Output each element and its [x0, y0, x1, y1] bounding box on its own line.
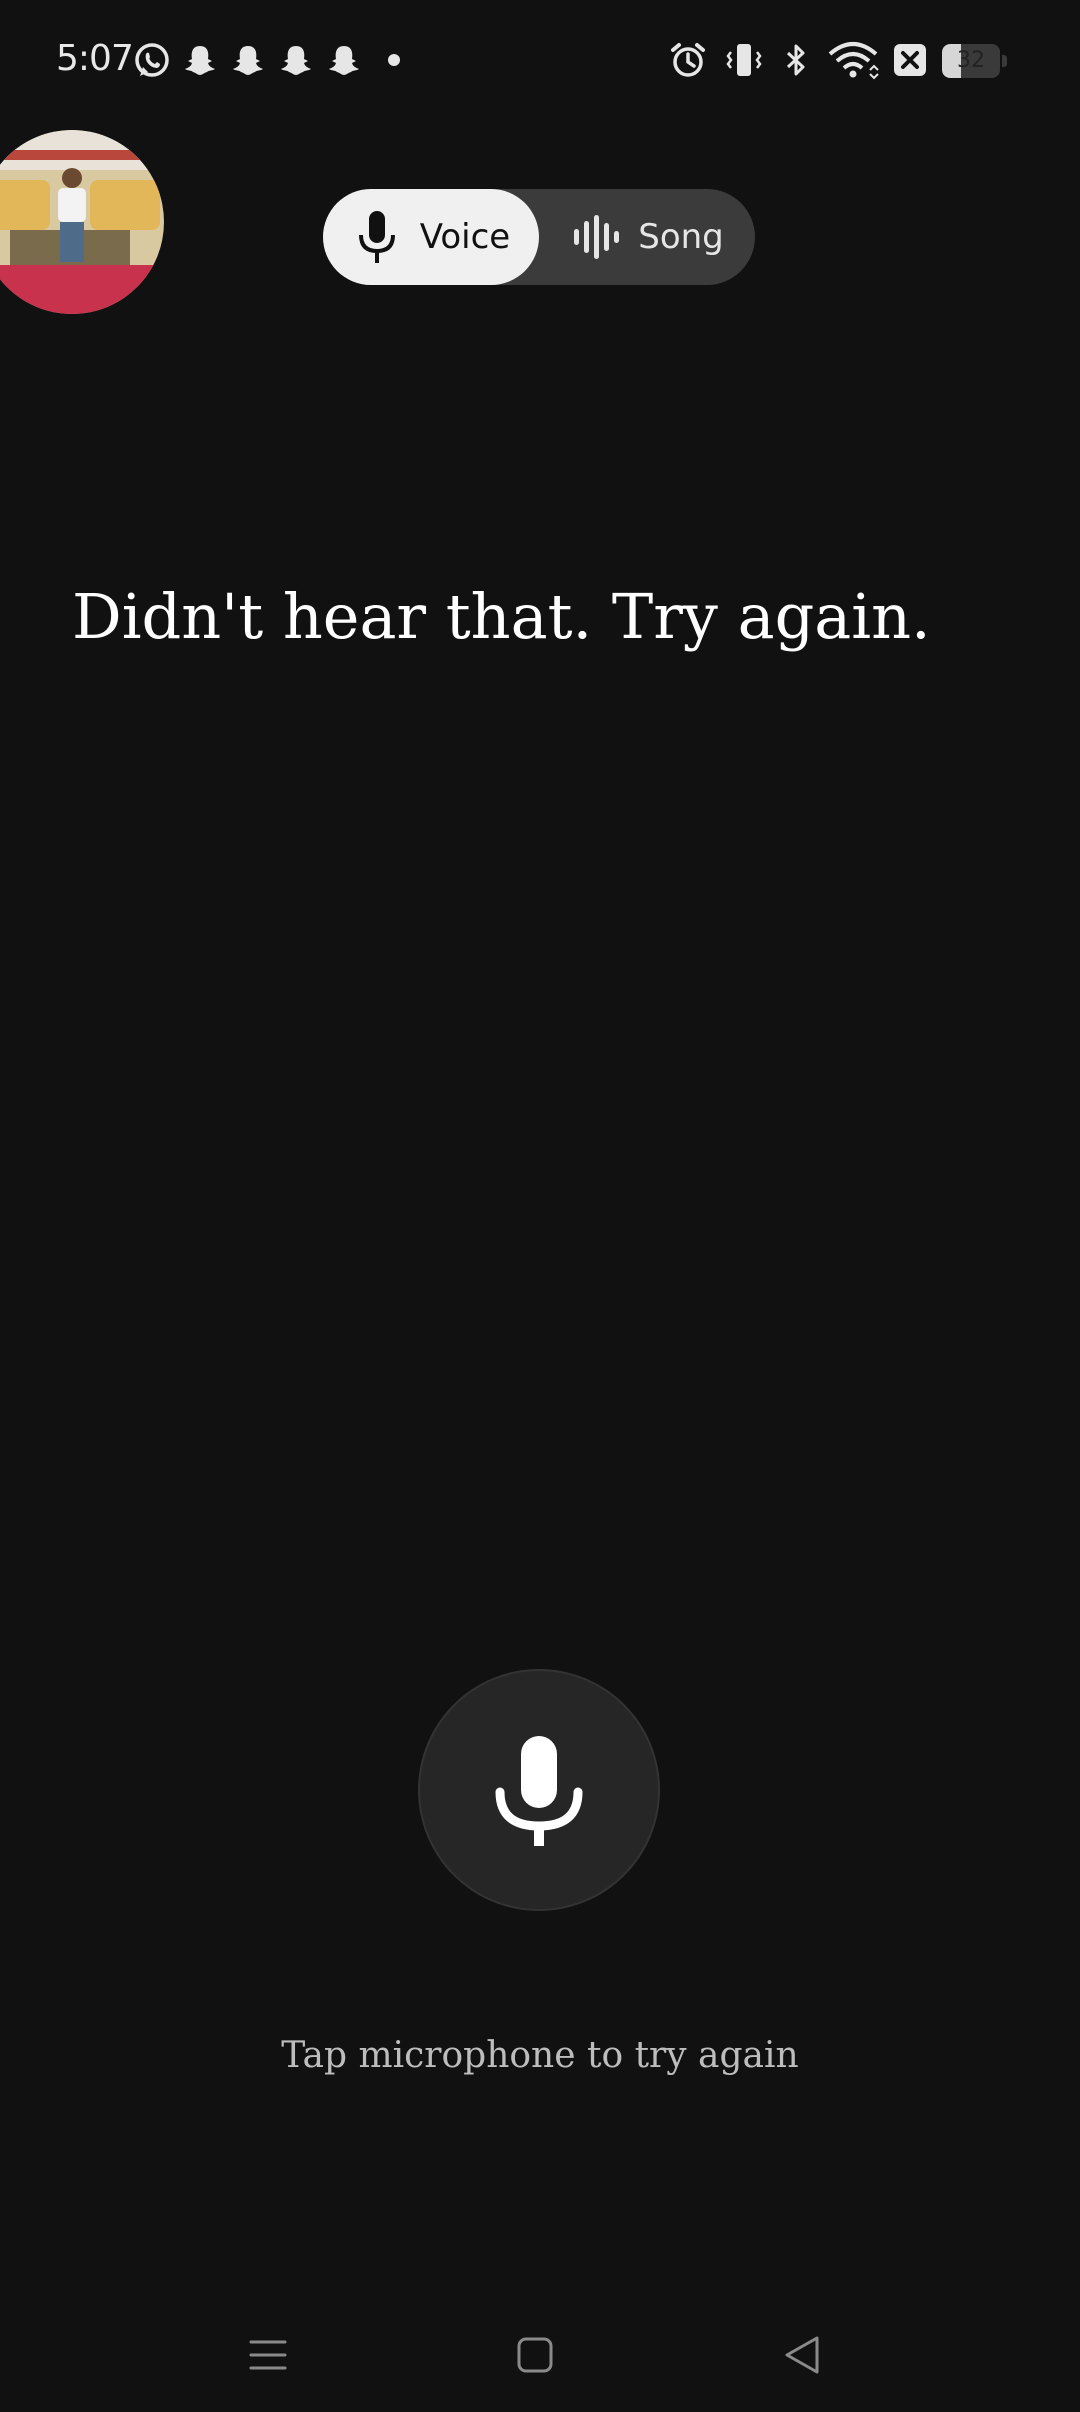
microphone-icon	[495, 1736, 583, 1846]
status-message: Didn't hear that. Try again.	[72, 580, 931, 653]
alarm-icon	[668, 40, 708, 80]
voice-mode-button[interactable]: Voice	[323, 189, 539, 285]
home-button[interactable]	[500, 2320, 570, 2390]
mode-toggle: Voice Song	[323, 189, 755, 285]
status-time: 5:07	[56, 38, 134, 79]
data-off-icon	[890, 40, 930, 80]
home-icon	[517, 2337, 553, 2373]
song-mode-label: Song	[638, 217, 724, 257]
battery-indicator: 32	[942, 44, 1008, 80]
sound-wave-icon	[570, 207, 620, 267]
recent-apps-button[interactable]	[233, 2320, 303, 2390]
bluetooth-icon	[776, 40, 816, 80]
vibrate-icon	[724, 40, 764, 80]
voice-mode-label: Voice	[419, 217, 511, 257]
navigation-bar	[0, 2300, 1080, 2412]
more-dot-icon	[374, 40, 414, 80]
back-icon	[785, 2336, 819, 2374]
whatsapp-icon	[132, 40, 172, 80]
microphone-icon	[352, 207, 402, 267]
wifi-icon	[826, 40, 880, 80]
menu-icon	[249, 2340, 287, 2370]
song-mode-button[interactable]: Song	[539, 189, 755, 285]
snapchat-icon	[228, 40, 268, 80]
profile-avatar[interactable]	[0, 130, 164, 314]
mic-hint-text: Tap microphone to try again	[281, 2035, 799, 2076]
microphone-button[interactable]	[420, 1671, 658, 1909]
back-button[interactable]	[767, 2320, 837, 2390]
status-bar: 5:07 32	[0, 0, 1080, 124]
snapchat-icon	[324, 40, 364, 80]
snapchat-icon	[276, 40, 316, 80]
battery-level-text: 32	[957, 48, 985, 73]
snapchat-icon	[180, 40, 220, 80]
